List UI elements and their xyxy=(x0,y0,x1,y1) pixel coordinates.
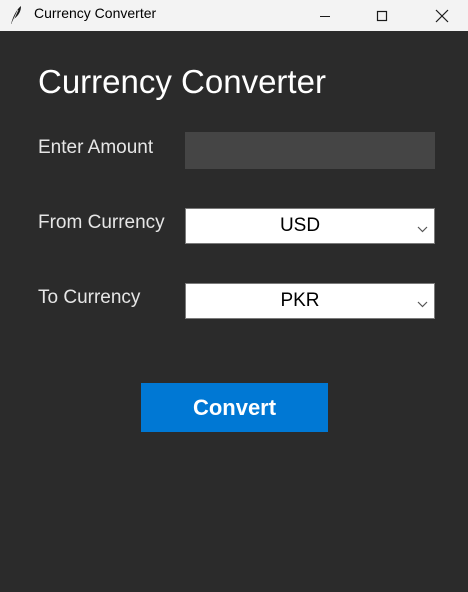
window-title: Currency Converter xyxy=(34,5,157,21)
minimize-button[interactable] xyxy=(302,0,348,31)
from-currency-value: USD xyxy=(279,215,321,236)
chevron-down-icon xyxy=(417,221,428,233)
maximize-icon xyxy=(376,10,388,22)
title-bar[interactable]: Currency Converter xyxy=(0,0,468,31)
from-currency-label: From Currency xyxy=(38,212,165,233)
maximize-button[interactable] xyxy=(359,0,405,31)
from-currency-select[interactable]: USD xyxy=(185,208,435,244)
to-currency-select[interactable]: PKR xyxy=(185,283,435,319)
close-icon xyxy=(435,9,449,23)
chevron-down-icon xyxy=(417,296,428,308)
minimize-icon xyxy=(319,10,331,22)
convert-button[interactable]: Convert xyxy=(141,383,328,432)
amount-label: Enter Amount xyxy=(38,137,154,158)
amount-input[interactable] xyxy=(185,132,435,169)
feather-icon xyxy=(8,5,24,25)
to-currency-label: To Currency xyxy=(38,287,141,308)
to-currency-value: PKR xyxy=(280,290,320,311)
close-button[interactable] xyxy=(419,0,465,31)
page-title: Currency Converter xyxy=(38,63,326,100)
app-window: Currency Converter Currency Converter En… xyxy=(0,0,468,592)
